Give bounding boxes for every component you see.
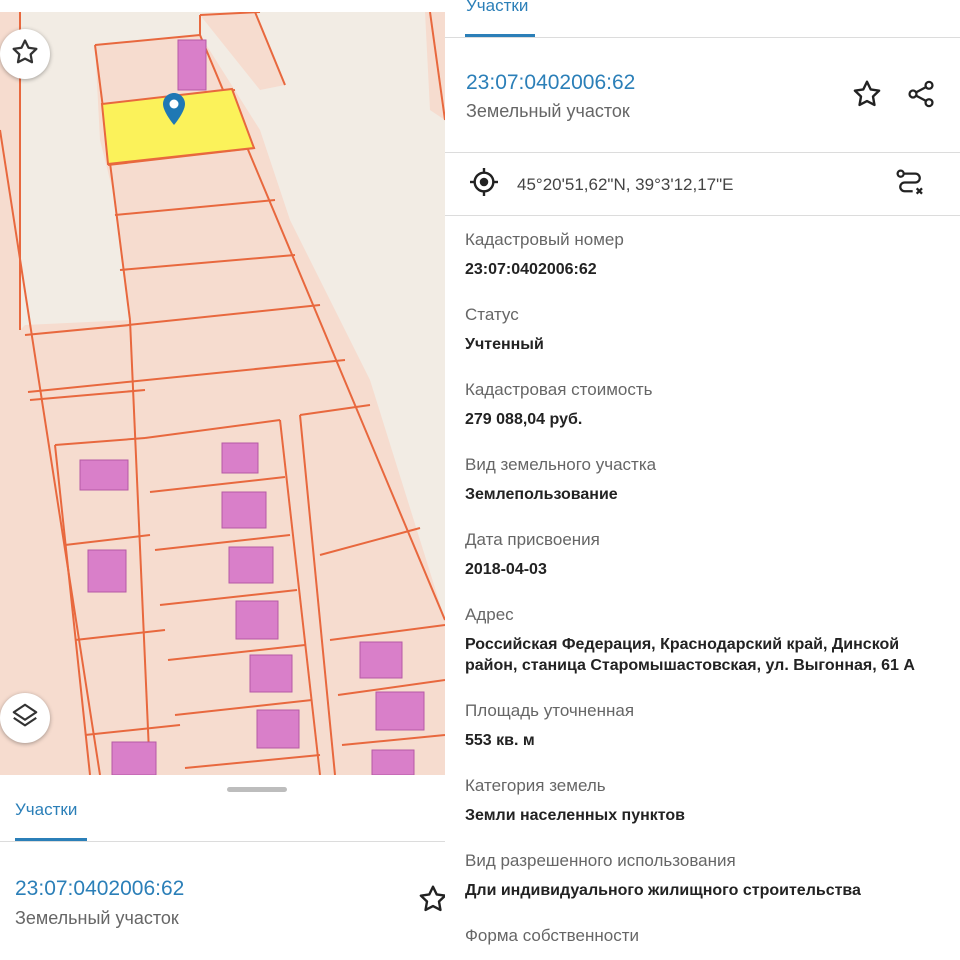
layers-button[interactable] bbox=[0, 693, 50, 743]
star-icon bbox=[851, 78, 883, 115]
field-label: Вид земельного участка bbox=[465, 455, 657, 474]
share-button[interactable] bbox=[902, 78, 940, 114]
field-value: Землепользование bbox=[465, 486, 618, 503]
field-label: Кадастровый номер bbox=[465, 230, 624, 249]
field-value: 2018-04-03 bbox=[465, 561, 547, 578]
route-button[interactable] bbox=[892, 167, 928, 203]
map-screen: Участки 23:07:0402006:62 Земельный участ… bbox=[0, 0, 445, 960]
field-land-type: Вид земельного участка Землепользование bbox=[465, 455, 656, 506]
cadastral-map[interactable] bbox=[0, 12, 445, 775]
field-label: Дата присвоения bbox=[465, 530, 600, 549]
field-label: Категория земель bbox=[465, 776, 606, 795]
divider bbox=[445, 215, 960, 216]
favorite-button[interactable] bbox=[848, 78, 886, 114]
field-label: Кадастровая стоимость bbox=[465, 380, 653, 399]
field-area: Площадь уточненная 553 кв. м bbox=[465, 701, 634, 752]
field-label: Статус bbox=[465, 305, 519, 324]
route-icon bbox=[894, 167, 926, 204]
layers-icon bbox=[10, 701, 40, 736]
star-icon bbox=[417, 883, 445, 920]
favorite-map-button[interactable] bbox=[0, 29, 50, 79]
field-permitted-use: Вид разрешенного использования Дли индив… bbox=[465, 851, 861, 902]
bottom-sheet: Участки 23:07:0402006:62 Земельный участ… bbox=[0, 775, 445, 960]
field-cadastral-number: Кадастровый номер 23:07:0402006:62 bbox=[465, 230, 624, 281]
field-value: 279 088,04 руб. bbox=[465, 411, 583, 428]
divider bbox=[445, 37, 960, 38]
sheet-drag-handle[interactable] bbox=[227, 787, 287, 792]
field-value: Дли индивидуального жилищного строительс… bbox=[465, 882, 861, 899]
parcel-cadastral-link[interactable]: 23:07:0402006:62 bbox=[15, 877, 184, 901]
parcel-type: Земельный участок bbox=[15, 908, 179, 928]
tab-parcels[interactable]: Участки bbox=[466, 0, 528, 16]
map-pin-icon[interactable] bbox=[162, 92, 186, 126]
crosshair-icon bbox=[468, 166, 500, 203]
parcel-cadastral-link[interactable]: 23:07:0402006:62 bbox=[466, 71, 635, 95]
field-value: Земли населенных пунктов bbox=[465, 807, 686, 824]
star-icon bbox=[10, 37, 40, 72]
share-icon bbox=[905, 78, 937, 115]
field-value: Учтенный bbox=[465, 336, 544, 353]
favorite-button[interactable] bbox=[415, 883, 445, 919]
field-status: Статус Учтенный bbox=[465, 305, 544, 356]
coordinates-text[interactable]: 45°20'51,62"N, 39°3'12,17"E bbox=[517, 175, 733, 195]
parcel-type: Земельный участок bbox=[466, 101, 630, 121]
field-address: Адрес Российская Федерация, Краснодарски… bbox=[465, 605, 955, 676]
field-label: Адрес bbox=[465, 605, 514, 624]
field-assignment-date: Дата присвоения 2018-04-03 bbox=[465, 530, 600, 581]
locate-button[interactable] bbox=[467, 167, 501, 201]
divider bbox=[0, 841, 445, 842]
divider bbox=[445, 152, 960, 153]
field-land-category: Категория земель Земли населенных пункто… bbox=[465, 776, 685, 827]
field-label: Форма собственности bbox=[465, 926, 639, 945]
tab-parcels[interactable]: Участки bbox=[15, 800, 77, 820]
field-value: 23:07:0402006:62 bbox=[465, 261, 597, 278]
field-value: 553 кв. м bbox=[465, 732, 535, 749]
field-label: Площадь уточненная bbox=[465, 701, 635, 720]
details-screen: Участки 23:07:0402006:62 Земельный участ… bbox=[445, 0, 960, 960]
field-value: Российская Федерация, Краснодарский край… bbox=[465, 636, 915, 674]
field-cadastral-value: Кадастровая стоимость 279 088,04 руб. bbox=[465, 380, 652, 431]
field-ownership-form: Форма собственности bbox=[465, 926, 639, 946]
field-label: Вид разрешенного использования bbox=[465, 851, 736, 870]
